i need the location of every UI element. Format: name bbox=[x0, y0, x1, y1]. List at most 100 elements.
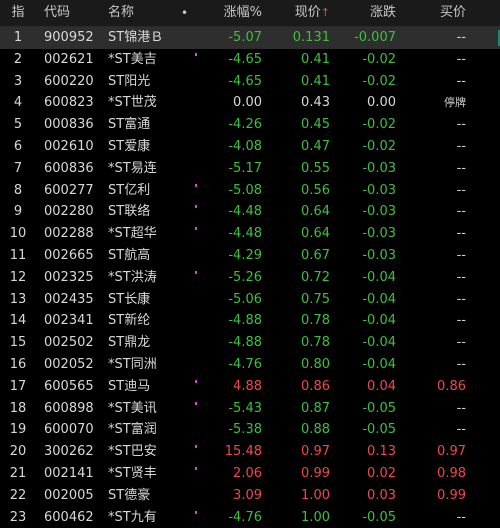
bid-price: 0.99 bbox=[437, 487, 466, 503]
table-row[interactable]: 3 600220 ST阳光 -4.65 0.41 -0.02 -- bbox=[0, 71, 500, 93]
header-bid[interactable]: 买价 bbox=[396, 0, 466, 26]
flag-marker bbox=[195, 510, 197, 514]
stock-code: 600070 bbox=[44, 422, 94, 438]
change-pct: -4.88 bbox=[228, 335, 262, 351]
row-index: 3 bbox=[13, 73, 23, 89]
table-row[interactable]: 15 002502 ST鼎龙 -4.88 0.78 -0.04 -- bbox=[0, 332, 500, 354]
stock-code: 002341 bbox=[44, 313, 94, 329]
header-change-pct[interactable]: 涨幅% bbox=[192, 0, 262, 26]
table-row[interactable]: 7 600836 *ST易连 -5.17 0.55 -0.03 -- bbox=[0, 158, 500, 180]
table-body: 1 900952 ST锦港Ｂ -5.07 0.131 -0.007 -- 2 002621 *ST… bbox=[0, 27, 500, 528]
flag-marker bbox=[195, 183, 197, 187]
stock-name: *ST美吉 bbox=[108, 51, 157, 67]
header-price[interactable]: 现价↑ bbox=[262, 0, 330, 26]
table-row[interactable]: 10 002288 *ST超华 -4.48 0.64 -0.03 -- bbox=[0, 223, 500, 245]
table-row[interactable]: 12 002325 *ST洪涛 -5.26 0.72 -0.04 -- bbox=[0, 267, 500, 289]
row-index: 1 bbox=[13, 30, 23, 45]
table-row[interactable]: 2 002621 *ST美吉 -4.65 0.41 -0.02 -- bbox=[0, 49, 500, 71]
price: 0.88 bbox=[301, 422, 330, 438]
stock-name: ST爱康 bbox=[108, 138, 151, 154]
change-pct: -4.65 bbox=[228, 73, 262, 89]
stock-code: 600823 bbox=[44, 95, 94, 111]
change-pct: 4.88 bbox=[233, 378, 262, 394]
row-index: 20 bbox=[9, 444, 27, 460]
header-change[interactable]: 涨跌 bbox=[330, 0, 396, 26]
row-index: 4 bbox=[13, 95, 23, 111]
header-name[interactable]: 名称 bbox=[108, 0, 190, 26]
table-row[interactable]: 21 002141 *ST贤丰 2.06 0.99 0.02 0.98 bbox=[0, 463, 500, 485]
row-index: 11 bbox=[9, 247, 27, 263]
stock-name: *ST贤丰 bbox=[108, 465, 157, 481]
price: 1.00 bbox=[301, 509, 330, 525]
stock-code: 600565 bbox=[44, 378, 94, 394]
table-row[interactable]: 16 002052 *ST同洲 -4.76 0.80 -0.04 -- bbox=[0, 354, 500, 376]
row-index: 10 bbox=[9, 226, 27, 242]
change-pct: -5.08 bbox=[228, 182, 262, 198]
change-pct: -4.76 bbox=[228, 509, 262, 525]
change-pct: -5.07 bbox=[228, 30, 262, 45]
price: 0.56 bbox=[301, 182, 330, 198]
table-row[interactable]: 19 600070 *ST富润 -5.38 0.88 -0.05 -- bbox=[0, 419, 500, 441]
stock-name: ST迪马 bbox=[108, 378, 151, 394]
bid-price: -- bbox=[456, 51, 466, 67]
bid-price: -- bbox=[456, 422, 466, 438]
table-header: 指 代码 名称 • 涨幅% 现价↑ 涨跌 买价 bbox=[0, 0, 500, 27]
change-pct: 2.06 bbox=[233, 465, 262, 481]
header-index[interactable]: 指 bbox=[0, 0, 36, 26]
header-price-label: 现价 bbox=[294, 5, 321, 20]
change-pct: -4.26 bbox=[228, 117, 262, 133]
stock-name: ST长康 bbox=[108, 291, 151, 307]
table-row[interactable]: 9 002280 ST联络 -4.48 0.64 -0.03 -- bbox=[0, 201, 500, 223]
bid-price: -- bbox=[456, 291, 466, 307]
table-row[interactable]: 17 600565 ST迪马 4.88 0.86 0.04 0.86 bbox=[0, 376, 500, 398]
table-row[interactable]: 14 002341 ST新纶 -4.88 0.78 -0.04 -- bbox=[0, 310, 500, 332]
price: 0.78 bbox=[301, 335, 330, 351]
change-pct: -5.38 bbox=[228, 422, 262, 438]
table-row[interactable]: 5 000836 ST富通 -4.26 0.45 -0.02 -- bbox=[0, 114, 500, 136]
stock-quote-table: 指 代码 名称 • 涨幅% 现价↑ 涨跌 买价 1 900952 ST锦港Ｂ -5.0… bbox=[0, 0, 500, 528]
stock-code: 002141 bbox=[44, 465, 94, 481]
table-row[interactable]: 13 002435 ST长康 -5.06 0.75 -0.04 -- bbox=[0, 289, 500, 311]
table-row[interactable]: 4 600823 *ST世茂 0.00 0.43 0.00 停牌 bbox=[0, 92, 500, 114]
bid-price: 0.98 bbox=[437, 465, 466, 481]
change-pct: -4.76 bbox=[228, 356, 262, 372]
bid-price: -- bbox=[456, 356, 466, 372]
stock-name: *ST同洲 bbox=[108, 356, 157, 372]
table-row[interactable]: 8 600277 ST亿利 -5.08 0.56 -0.03 -- bbox=[0, 180, 500, 202]
table-row[interactable]: 18 600898 *ST美讯 -5.43 0.87 -0.05 -- bbox=[0, 398, 500, 420]
stock-code: 600220 bbox=[44, 73, 94, 89]
stock-code: 600836 bbox=[44, 160, 94, 176]
stock-code: 002052 bbox=[44, 356, 94, 372]
price: 0.45 bbox=[301, 117, 330, 133]
table-row[interactable]: 6 002610 ST爱康 -4.08 0.47 -0.02 -- bbox=[0, 136, 500, 158]
stock-name: ST航高 bbox=[108, 247, 151, 263]
change-pct: -4.65 bbox=[228, 51, 262, 67]
bid-price: -- bbox=[456, 400, 466, 416]
stock-name: ST锦港Ｂ bbox=[108, 30, 164, 45]
stock-name: ST鼎龙 bbox=[108, 335, 151, 351]
table-row[interactable]: 22 002005 ST德豪 3.09 1.00 0.03 0.99 bbox=[0, 485, 500, 507]
table-row[interactable]: 1 900952 ST锦港Ｂ -5.07 0.131 -0.007 -- bbox=[0, 27, 500, 49]
row-index: 16 bbox=[9, 356, 27, 372]
change-amount: -0.03 bbox=[362, 182, 396, 198]
price: 0.80 bbox=[301, 356, 330, 372]
change-pct: -5.06 bbox=[228, 291, 262, 307]
bid-price: -- bbox=[456, 226, 466, 242]
row-index: 14 bbox=[9, 313, 27, 329]
price: 0.41 bbox=[301, 73, 330, 89]
stock-code: 002621 bbox=[44, 51, 94, 67]
bid-price: -- bbox=[456, 204, 466, 220]
stock-name: ST联络 bbox=[108, 204, 151, 220]
table-row[interactable]: 20 300262 *ST巴安 15.48 0.97 0.13 0.97 bbox=[0, 441, 500, 463]
header-code[interactable]: 代码 bbox=[44, 0, 102, 26]
column-menu-icon[interactable]: • bbox=[181, 0, 188, 26]
change-amount: -0.02 bbox=[362, 138, 396, 154]
change-amount: -0.04 bbox=[362, 356, 396, 372]
table-row[interactable]: 11 002665 ST航高 -4.29 0.67 -0.03 -- bbox=[0, 245, 500, 267]
flag-marker bbox=[195, 379, 197, 383]
bid-price: -- bbox=[456, 160, 466, 176]
table-row[interactable]: 23 600462 *ST九有 -4.76 1.00 -0.05 -- bbox=[0, 507, 500, 528]
change-amount: -0.03 bbox=[362, 160, 396, 176]
change-amount: -0.03 bbox=[362, 204, 396, 220]
stock-name: *ST超华 bbox=[108, 226, 157, 242]
